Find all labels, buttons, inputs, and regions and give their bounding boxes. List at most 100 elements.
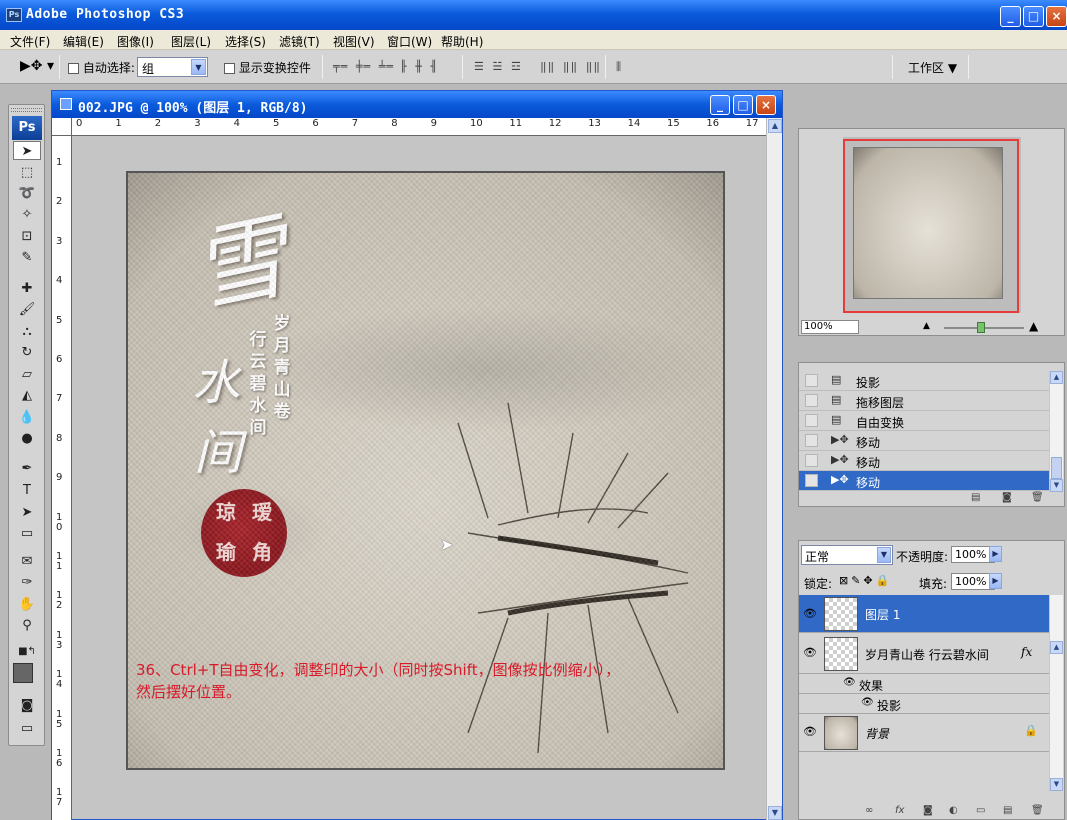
show-transform-option[interactable]: 显示变换控件 [224,59,311,76]
show-transform-checkbox[interactable] [224,63,235,74]
menu-image[interactable]: 图像(I) [117,33,154,50]
layers-scrollbar[interactable]: ▲ ▼ [1049,595,1063,791]
layer-row-background[interactable]: 👁 背景 🔒 [799,714,1049,752]
crop-icon[interactable]: ⊡ [13,227,41,246]
align-buttons-group[interactable]: ╤═ ╪═ ╧═ [333,60,394,74]
opacity-slider-arrow-icon[interactable]: ▶ [989,546,1002,562]
trash-icon[interactable]: 🗑 [1031,492,1044,503]
distribute-vertical-group[interactable]: ☰ ☱ ☲ [474,60,522,74]
fill-slider-arrow-icon[interactable]: ▶ [989,573,1002,589]
zoom-icon[interactable]: ⚲ [13,616,41,635]
menu-window[interactable]: 窗口(W) [387,33,432,50]
history-item[interactable]: ▶✥ 移动 [799,451,1050,471]
brush-icon[interactable]: 🖌 [13,300,41,319]
history-item[interactable]: ▤ 自由变换 [799,411,1050,431]
trash-icon[interactable]: 🗑 [1031,805,1044,816]
vertical-ruler[interactable]: 1 2 3 4 5 6 7 8 9 1 0 1 1 1 2 1 3 1 4 1 5 1 6 1 7 [52,136,72,820]
history-scrollbar[interactable]: ▲ ▼ [1049,371,1063,492]
visibility-eye-icon[interactable]: 👁 [861,697,874,708]
paint-bucket-icon[interactable]: ◭ [13,386,41,405]
visibility-eye-icon[interactable]: 👁 [843,677,856,688]
slice-icon[interactable]: ✎ [13,248,41,267]
layer-effect-row[interactable]: 👁 投影 [799,694,1049,714]
new-group-icon[interactable]: ▭ [976,805,985,816]
menu-edit[interactable]: 编辑(E) [63,33,104,50]
auto-select-option[interactable]: 自动选择: [68,59,135,76]
marquee-icon[interactable]: ⬚ [13,163,41,182]
menu-layer[interactable]: 图层(L) [171,33,211,50]
scroll-down-icon[interactable]: ▼ [1050,778,1063,791]
ruler-origin[interactable] [52,118,72,136]
visibility-eye-icon[interactable]: 👁 [803,607,817,620]
layer-fx-icon[interactable]: fx [1021,645,1032,659]
history-source-checkbox[interactable] [805,474,818,487]
align-horizontal-group[interactable]: ╟ ╫ ╢ [400,60,438,74]
move-icon[interactable]: ➤ [13,141,41,160]
lasso-icon[interactable]: ➰ [13,184,41,203]
history-item[interactable]: ▶✥ 移动 [799,431,1050,451]
add-mask-icon[interactable]: ◙ [923,805,933,816]
photoshop-logo[interactable]: Ps [12,116,42,140]
menu-select[interactable]: 选择(S) [225,33,266,50]
navigator-zoom-slider[interactable] [944,322,1024,333]
lock-options-icons[interactable]: ⊠✎✥🔒 [839,574,892,587]
link-layers-icon[interactable]: ∞ [865,805,873,816]
zoom-slider-knob[interactable] [977,322,985,333]
eyedropper-icon[interactable]: ✑ [13,573,41,592]
history-source-checkbox[interactable] [805,374,818,387]
visibility-eye-icon[interactable]: 👁 [803,646,817,659]
quick-mask-icon[interactable]: ◙ [13,696,41,715]
new-snapshot-icon[interactable]: ◙ [1002,492,1012,503]
swap-colors-icon[interactable]: ■↰ [13,642,41,661]
layer-row-selected[interactable]: 👁 图层 1 [799,595,1049,633]
notes-icon[interactable]: ✉ [13,552,41,571]
zoom-in-icon[interactable]: ▲ [1029,319,1038,333]
history-item[interactable]: ▤ 拖移图层 [799,391,1050,411]
scroll-thumb[interactable] [1051,457,1062,479]
history-source-checkbox[interactable] [805,434,818,447]
shape-icon[interactable]: ▭ [13,524,41,543]
scroll-up-icon[interactable]: ▲ [1050,641,1063,654]
menu-help[interactable]: 帮助(H) [441,33,483,50]
move-tool-preset-icon[interactable]: ▶✥ ▾ [20,58,54,74]
navigator-thumbnail[interactable] [843,137,1021,313]
doc-maximize-button[interactable]: □ [733,95,753,115]
auto-align-icon[interactable]: ⫼ [616,60,622,74]
zoom-out-icon[interactable]: ▲ [923,321,930,331]
scroll-up-icon[interactable]: ▲ [768,119,782,133]
hand-icon[interactable]: ✋ [13,595,41,614]
pen-icon[interactable]: ✒ [13,459,41,478]
history-source-checkbox[interactable] [805,394,818,407]
path-select-icon[interactable]: ➤ [13,503,41,522]
scroll-down-icon[interactable]: ▼ [768,806,782,820]
toolbox-grip[interactable] [11,108,42,112]
menu-filter[interactable]: 滤镜(T) [279,33,320,50]
red-seal-stamp[interactable]: 琼瑷 瑜角 [201,489,287,577]
scroll-up-icon[interactable]: ▲ [1050,371,1063,384]
foreground-color-swatch[interactable] [13,663,33,683]
navigator-zoom-field[interactable]: 100% [801,320,859,334]
navigator-view-frame[interactable] [843,139,1019,313]
visibility-eye-icon[interactable]: 👁 [803,725,817,738]
auto-select-checkbox[interactable] [68,63,79,74]
document-scrollbar[interactable]: ▲ ▼ [766,118,782,820]
healing-brush-icon[interactable]: ✚ [13,279,41,298]
workspace-menu[interactable]: 工作区 ▼ [908,59,957,76]
magic-wand-icon[interactable]: ✧ [13,205,41,224]
new-document-from-state-icon[interactable]: ▤ [971,492,980,503]
history-source-checkbox[interactable] [805,414,818,427]
maximize-button[interactable]: □ [1023,6,1044,27]
doc-close-button[interactable]: × [756,95,776,115]
layer-effects-row[interactable]: 👁 效果 [799,674,1049,694]
clone-stamp-icon[interactable]: ⛬ [13,322,41,341]
doc-minimize-button[interactable]: _ [710,95,730,115]
eraser-icon[interactable]: ▱ [13,365,41,384]
type-icon[interactable]: T [13,481,41,500]
history-brush-icon[interactable]: ↻ [13,343,41,362]
scroll-down-icon[interactable]: ▼ [1050,479,1063,492]
horizontal-ruler[interactable]: 0 1 2 3 4 5 6 7 8 9 10 11 12 13 14 15 16 17 [72,118,766,136]
distribute-horizontal-group[interactable]: ‖‖ ‖‖ ‖‖ [540,60,601,74]
history-item[interactable]: ▤ 投影 [799,371,1050,391]
dodge-icon[interactable]: ● [13,429,41,448]
menu-file[interactable]: 文件(F) [10,33,50,50]
